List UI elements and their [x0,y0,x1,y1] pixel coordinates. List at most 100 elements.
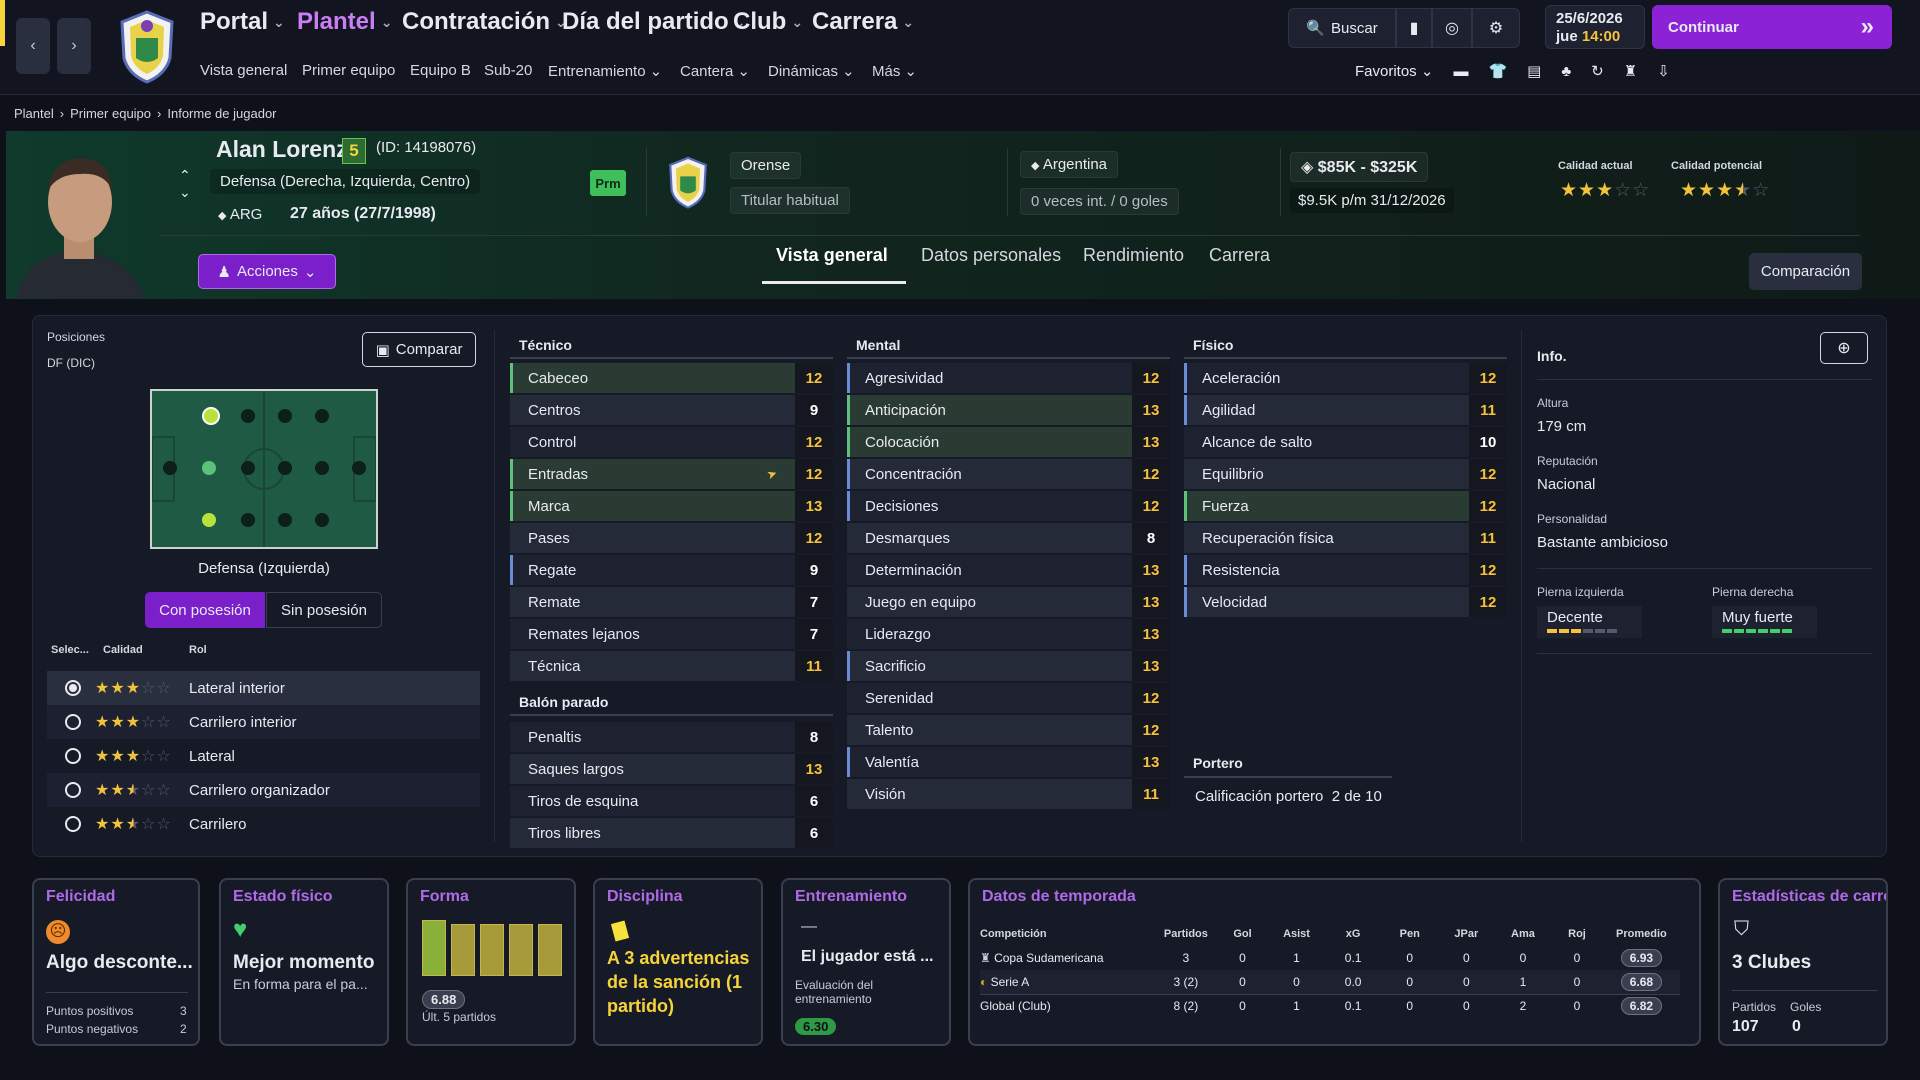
training-card[interactable]: Entrenamiento — El jugador está ... Eval… [781,878,951,1046]
position-dot[interactable] [352,461,366,475]
role-radio[interactable] [65,748,81,764]
attribute-row[interactable]: Remate 7 [510,587,833,617]
player-down-arrow[interactable]: ⌄ [179,184,191,201]
attribute-row[interactable]: Marca 13 [510,491,833,521]
attribute-row[interactable]: Decisiones 12 [847,491,1170,521]
attribute-row[interactable]: Velocidad 12 [1184,587,1507,617]
chat-icon[interactable]: ▬ [1453,63,1468,80]
nav-carrera[interactable]: Carrera ⌄ [812,8,914,36]
breadcrumb-primer-equipo[interactable]: Primer equipo [70,106,151,121]
season-stats-card[interactable]: Datos de temporada Competición Partidos Go… [968,878,1701,1046]
position-dot[interactable] [241,513,255,527]
attribute-row[interactable]: Equilibrio 12 [1184,459,1507,489]
subnav-dinamicas[interactable]: Dinámicas ⌄ [768,62,855,81]
role-item[interactable]: ★★★☆☆ Lateral [47,739,480,773]
role-item[interactable]: ★★★☆☆ Carrilero interior [47,705,480,739]
attribute-row[interactable]: Resistencia 12 [1184,555,1507,585]
settings-button[interactable]: ⚙ [1472,8,1520,48]
position-dot[interactable] [241,461,255,475]
shirt-icon[interactable]: 👕 [1488,62,1507,80]
ball-button[interactable]: ◎ [1432,8,1472,48]
attribute-row[interactable]: Tiros libres 6 [510,818,833,848]
role-radio[interactable] [65,782,81,798]
compare-positions-button[interactable]: ▣ Comparar [362,332,476,367]
tab-datos-personales[interactable]: Datos personales [921,245,1061,266]
happiness-card[interactable]: Felicidad ☹ Algo desconte... Puntos posi… [32,878,200,1046]
refresh-icon[interactable]: ↻ [1591,62,1604,80]
nav-plantel[interactable]: Plantel ⌄ [297,8,392,36]
attribute-row[interactable]: Serenidad 12 [847,683,1170,713]
position-dot[interactable] [163,461,177,475]
position-dot[interactable] [278,513,292,527]
subnav-mas[interactable]: Más ⌄ [872,62,917,81]
attribute-row[interactable]: Centros 9 [510,395,833,425]
with-possession-toggle[interactable]: Con posesión [145,592,265,628]
attribute-row[interactable]: Técnica 11 [510,651,833,681]
table-row[interactable]: ♜ Copa Sudamericana 3 0 1 0.1 0 0 0 0 6.93 [980,946,1680,970]
attribute-row[interactable]: Agilidad 11 [1184,395,1507,425]
role-item[interactable]: ★★★☆☆ Lateral interior [47,671,480,705]
date-display[interactable]: 25/6/2026 jue 14:00 [1545,5,1645,49]
subnav-cantera[interactable]: Cantera ⌄ [680,62,750,81]
breadcrumb-plantel[interactable]: Plantel [14,106,54,121]
attribute-row[interactable]: Talento 12 [847,715,1170,745]
attribute-row[interactable]: Sacrificio 13 [847,651,1170,681]
tab-vista-general[interactable]: Vista general [776,245,888,266]
position-dot-selected[interactable] [202,407,220,425]
discipline-card[interactable]: Disciplina A 3 advertencias de la sanció… [593,878,763,1046]
transfer-value[interactable]: ◈ $85K - $325K [1290,152,1429,182]
download-icon[interactable]: ⇩ [1657,62,1670,80]
hierarchy-icon[interactable]: ♣ [1561,63,1571,80]
search-button[interactable]: 🔍 Buscar [1288,8,1396,48]
back-button[interactable]: ‹ [16,18,50,74]
attribute-row[interactable]: Control 12 [510,427,833,457]
subnav-vista-general[interactable]: Vista general [200,62,287,79]
attribute-row[interactable]: Concentración 12 [847,459,1170,489]
attribute-row[interactable]: Agresividad 12 [847,363,1170,393]
position-dot-natural[interactable] [202,461,216,475]
position-dot[interactable] [315,461,329,475]
attribute-row[interactable]: Remates lejanos 7 [510,619,833,649]
attribute-row[interactable]: Tiros de esquina 6 [510,786,833,816]
attribute-row[interactable]: Desmarques 8 [847,523,1170,553]
nav-club[interactable]: Club ⌄ [733,8,803,36]
position-dot[interactable] [278,409,292,423]
club-name[interactable]: Orense [730,152,802,179]
subnav-entrenamiento[interactable]: Entrenamiento ⌄ [548,62,662,81]
without-possession-toggle[interactable]: Sin posesión [266,592,382,628]
fitness-card[interactable]: Estado físico ♥ Mejor momento En forma p… [219,878,389,1046]
position-dot[interactable] [241,409,255,423]
bookmark-button[interactable]: ▮ [1396,8,1432,48]
forward-button[interactable]: › [57,18,91,74]
role-radio[interactable] [65,714,81,730]
subnav-primer-equipo[interactable]: Primer equipo [302,62,395,79]
attribute-row[interactable]: Juego en equipo 13 [847,587,1170,617]
actions-button[interactable]: ♟ Acciones ⌄ [198,254,336,289]
attribute-row[interactable]: Entradas 12 ➤ [510,459,833,489]
trophy-icon[interactable]: ♜ [1624,62,1637,80]
attribute-row[interactable]: Cabeceo 12 [510,363,833,393]
attribute-row[interactable]: Alcance de salto 10 [1184,427,1507,457]
nav-contratacion[interactable]: Contratación ⌄ [402,8,567,36]
subnav-equipo-b[interactable]: Equipo B [410,62,471,79]
form-card[interactable]: Forma 6.88 Últ. 5 partidos [406,878,576,1046]
favorites-dropdown[interactable]: Favoritos ⌄ [1355,62,1433,80]
subnav-sub20[interactable]: Sub-20 [484,62,532,79]
continue-button[interactable]: Continuar» [1652,5,1892,49]
attribute-row[interactable]: Colocación 13 [847,427,1170,457]
attribute-row[interactable]: Fuerza 12 [1184,491,1507,521]
table-row[interactable]: ◐ Serie A 3 (2) 0 0 0.0 0 0 1 0 6.68 [980,970,1680,994]
role-radio[interactable] [65,816,81,832]
nav-dia-partido[interactable]: Día del partido ⌄ [562,8,745,36]
attribute-row[interactable]: Determinación 13 [847,555,1170,585]
attribute-row[interactable]: Pases 12 [510,523,833,553]
attribute-row[interactable]: Aceleración 12 [1184,363,1507,393]
attribute-row[interactable]: Anticipación 13 [847,395,1170,425]
player-up-arrow[interactable]: ⌃ [179,167,191,184]
role-item[interactable]: ★★★☆☆ Carrilero [47,807,480,841]
attribute-row[interactable]: Liderazgo 13 [847,619,1170,649]
attribute-row[interactable]: Penaltis 8 [510,722,833,752]
position-dot[interactable] [278,461,292,475]
tab-rendimiento[interactable]: Rendimiento [1083,245,1184,266]
nav-portal[interactable]: Portal ⌄ [200,8,285,36]
